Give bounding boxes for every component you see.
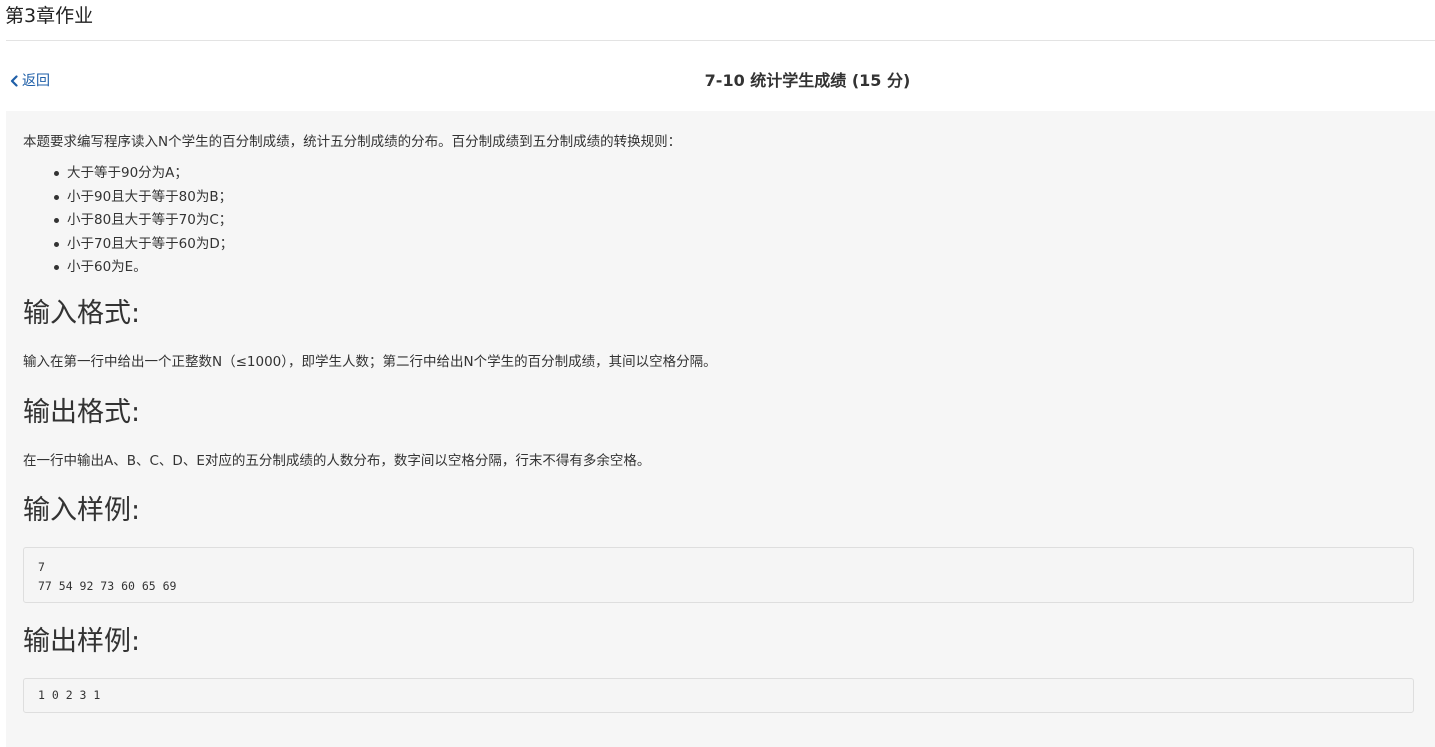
conversion-rules-list: 大于等于90分为A； 小于90且大于等于80为B； 小于80且大于等于70为C；… [23,162,233,280]
list-item: 小于90且大于等于80为B； [23,186,233,210]
list-item: 大于等于90分为A； [23,162,233,186]
back-button[interactable]: 返回 [10,72,50,90]
sample-output-heading: 输出样例: [23,626,141,657]
problem-intro: 本题要求编写程序读入N个学生的百分制成绩，统计五分制成绩的分布。百分制成绩到五分… [23,134,682,150]
problem-title-bar: 7-10 统计学生成绩 (15 分) [0,71,1435,91]
back-label: 返回 [22,73,50,89]
input-format-text: 输入在第一行中给出一个正整数N（≤1000），即学生人数；第二行中给出N个学生的… [23,354,717,370]
sample-input-code[interactable]: 7 77 54 92 73 60 65 69 [23,547,1414,603]
sample-input-heading: 输入样例: [23,495,141,526]
header-divider [6,40,1435,41]
chevron-left-icon [10,75,18,87]
list-item: 小于70且大于等于60为D； [23,233,233,257]
problem-title: 7-10 统计学生成绩 (15 分) [704,71,911,90]
output-format-heading: 输出格式: [23,397,141,428]
input-format-heading: 输入格式: [23,298,141,329]
page-title: 第3章作业 [5,5,94,27]
output-format-text: 在一行中输出A、B、C、D、E对应的五分制成绩的人数分布，数字间以空格分隔，行末… [23,453,651,469]
list-item: 小于80且大于等于70为C； [23,209,233,233]
list-item: 小于60为E。 [23,256,233,280]
sample-output-code[interactable]: 1 0 2 3 1 [23,678,1414,713]
